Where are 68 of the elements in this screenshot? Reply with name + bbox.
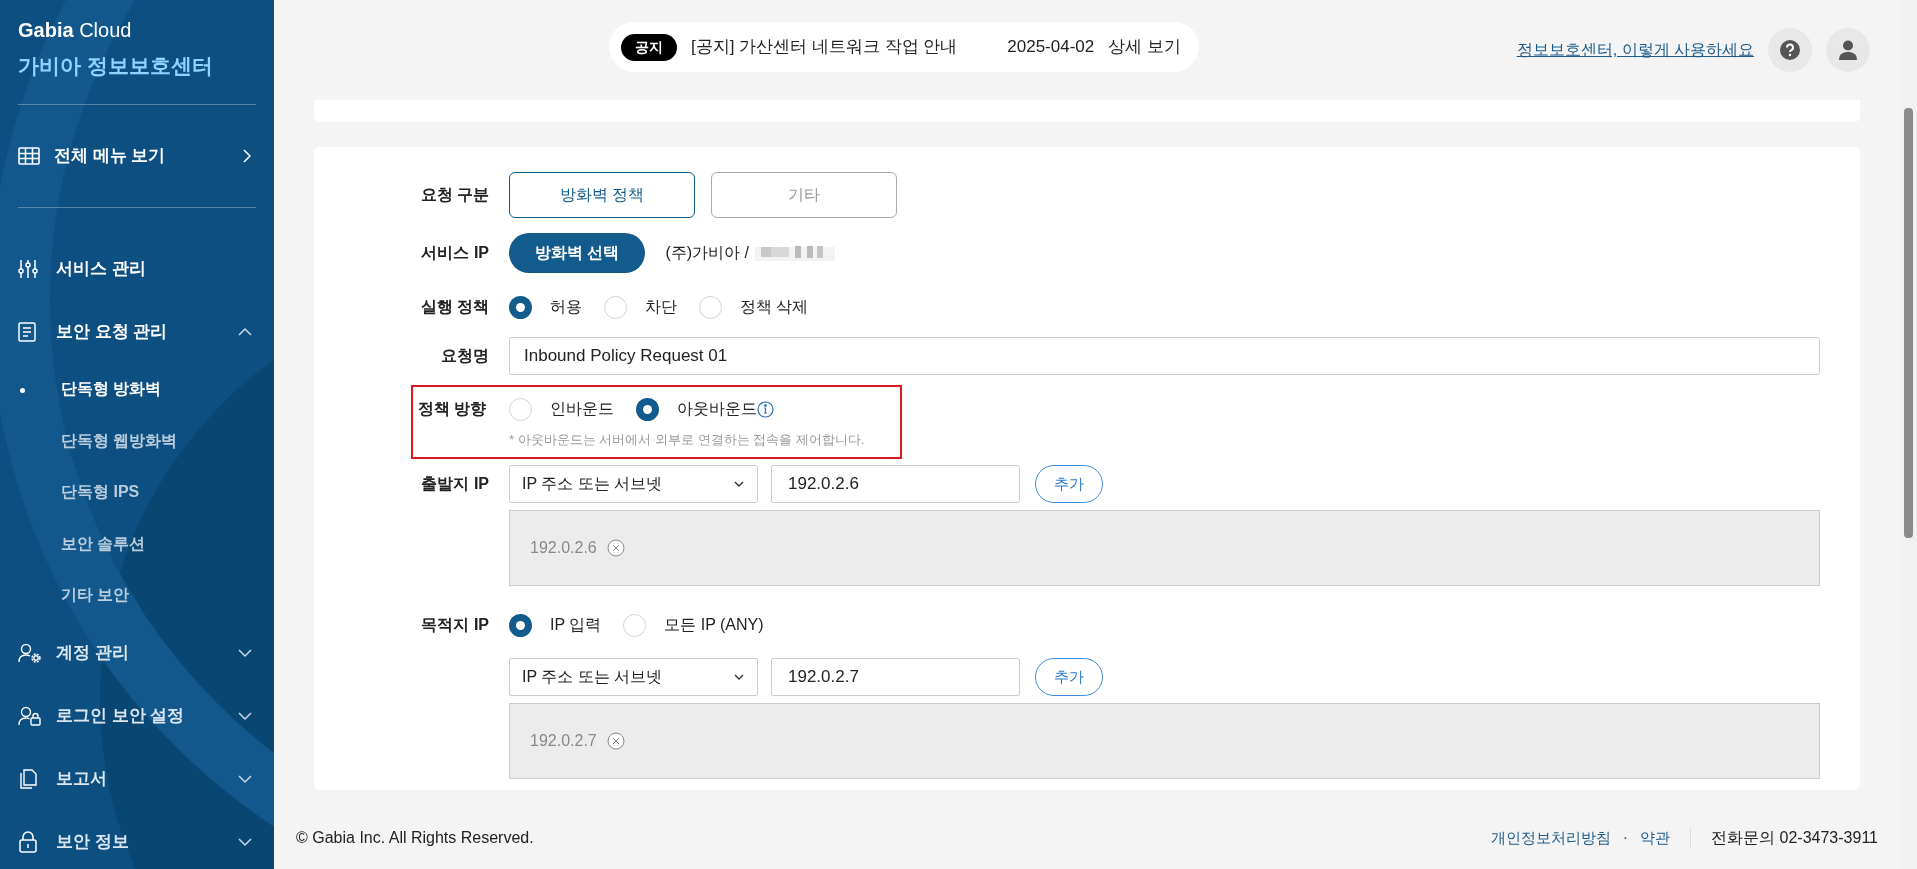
radio-label: 아웃바운드 <box>677 399 757 419</box>
radio-button[interactable] <box>509 613 532 637</box>
notice-title[interactable]: [공지] 가산센터 네트워크 작업 안내 <box>691 34 958 60</box>
brand-logo: Gabia Cloud <box>18 18 133 42</box>
sidebar-title: 가비아 정보보호센터 <box>18 53 214 79</box>
submenu-item[interactable]: 보안 솔루션 <box>18 518 256 570</box>
help-icon[interactable] <box>1768 28 1812 72</box>
field-label: 요청 구분 <box>419 185 490 205</box>
remove-icon[interactable] <box>606 539 625 557</box>
blurred-text-icon <box>755 243 835 263</box>
submenu-item[interactable]: 단독형 웹방화벽 <box>18 415 256 467</box>
copyright-text: © Gabia Inc. All Rights Reserved. <box>296 828 534 848</box>
radio-button[interactable] <box>604 295 627 319</box>
ip-type-select[interactable]: IP 주소 또는 서브넷 <box>509 465 758 503</box>
user-gear-icon <box>18 642 42 663</box>
notice-badge: 공지 <box>621 33 677 61</box>
radio-label: 차단 <box>645 297 677 317</box>
submenu-item[interactable]: 기타 보안 <box>18 569 256 621</box>
radio-button[interactable] <box>623 613 647 637</box>
radio-label: IP 입력 <box>550 615 602 635</box>
radio-label: 정책 삭제 <box>740 297 809 317</box>
user-lock-icon <box>18 705 42 726</box>
remove-icon[interactable] <box>606 732 625 750</box>
radio-button[interactable] <box>699 295 722 319</box>
radio-label: 모든 IP (ANY) <box>664 615 764 635</box>
ip-tag: 192.0.2.7 <box>530 729 597 753</box>
field-label: 출발지 IP <box>420 474 490 494</box>
service-name: (주)가비아 / <box>665 243 749 263</box>
chevron-down-icon <box>733 480 745 488</box>
submenu-item[interactable]: 단독형 방화벽 <box>18 363 256 415</box>
ip-address-field[interactable]: 192.0.2.7 <box>771 658 1020 696</box>
field-label: 서비스 IP <box>420 243 490 263</box>
request-name-field[interactable]: Inbound Policy Request 01 <box>509 337 1820 375</box>
menu-item[interactable]: 보안 정보 <box>18 810 256 869</box>
grid-icon <box>18 146 40 165</box>
ip-address-field[interactable]: 192.0.2.6 <box>771 465 1020 503</box>
menu-item[interactable]: 보고서 <box>18 747 256 810</box>
notice-date: 2025-04-02 <box>1007 36 1095 59</box>
radio-button[interactable] <box>509 295 532 319</box>
field-label: 요청명 <box>440 346 490 366</box>
bullet-icon <box>20 387 25 393</box>
footer-link[interactable]: 약관 <box>1640 826 1671 850</box>
detail-link[interactable]: 상세 보기 <box>1108 34 1187 60</box>
ip-type-select[interactable]: IP 주소 또는 서브넷 <box>509 658 758 696</box>
menu-item[interactable]: 전체 메뉴 보기 <box>18 104 256 207</box>
ip-tag: 192.0.2.6 <box>530 536 597 560</box>
menu-item[interactable]: 보안 요청 관리 <box>18 300 256 364</box>
menu-item[interactable]: 로그인 보안 설정 <box>18 684 256 747</box>
menu-item[interactable]: 서비스 관리 <box>18 237 256 301</box>
separator-dot: · <box>1622 828 1629 848</box>
select-firewall-button[interactable]: 방화벽 선택 <box>509 233 646 273</box>
footer-link[interactable]: 개인정보처리방침 <box>1490 826 1611 850</box>
option-button[interactable]: 방화벽 정책 <box>509 172 695 218</box>
submenu-item[interactable]: 단독형 IPS <box>18 466 256 518</box>
radio-button[interactable] <box>509 397 532 421</box>
chevron-down-icon <box>733 673 745 681</box>
info-icon[interactable] <box>757 400 774 418</box>
field-label: 목적지 IP <box>420 615 490 635</box>
radio-label: 인바운드 <box>550 399 614 419</box>
field-label: 실행 정책 <box>419 297 490 317</box>
radio-label: 허용 <box>550 297 582 317</box>
radio-button[interactable] <box>636 397 659 421</box>
help-link[interactable]: 정보보호센터, 이렇게 사용하세요 <box>1516 38 1754 62</box>
menu-item[interactable]: 계정 관리 <box>18 621 256 684</box>
phone-text: 전화문의 02-3473-3911 <box>1711 828 1878 848</box>
user-icon[interactable] <box>1826 28 1870 72</box>
help-note: * 아웃바운드는 서버에서 외부로 연결하는 접속을 제어합니다. <box>508 431 866 449</box>
field-label: 정책 방향 <box>416 399 486 419</box>
